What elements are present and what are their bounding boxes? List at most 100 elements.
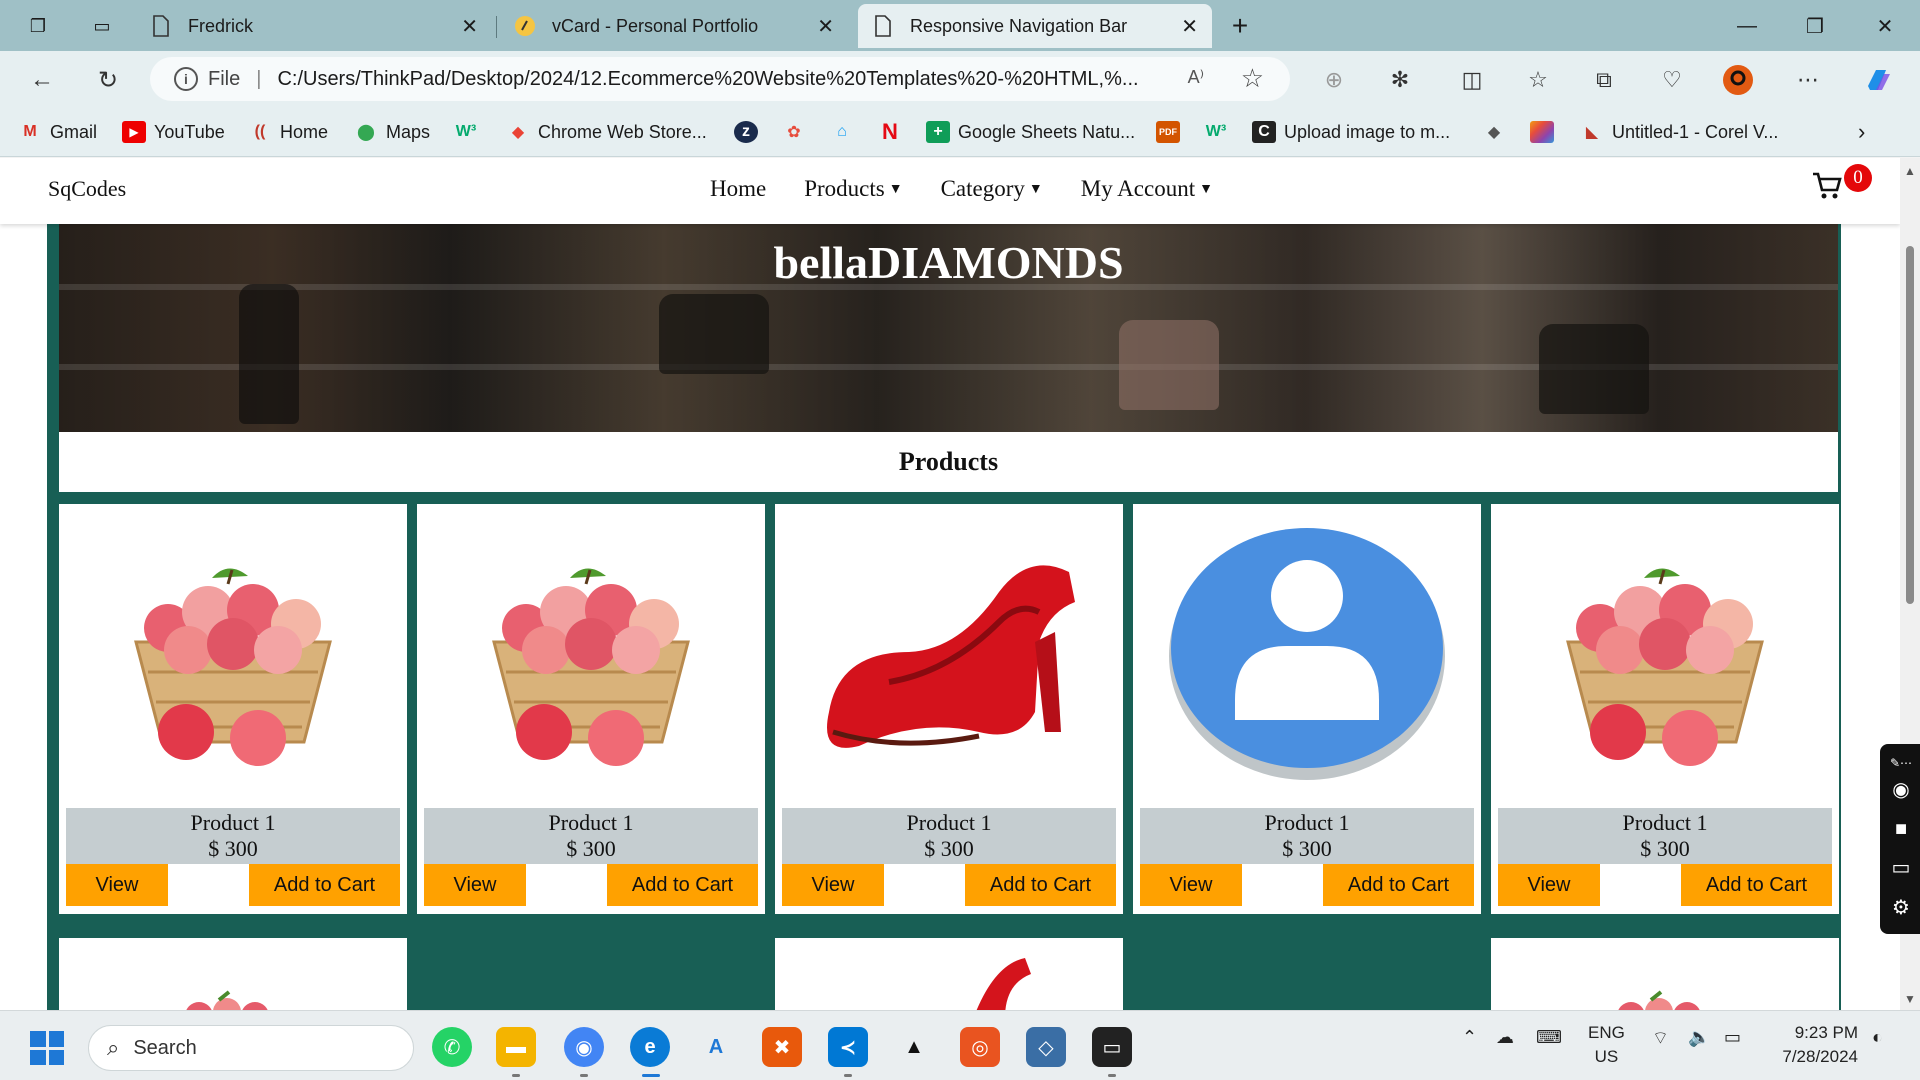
app-store-icon[interactable]: A — [696, 1027, 736, 1067]
region-code: US — [1594, 1047, 1619, 1066]
scroll-up-icon[interactable]: ▲ — [1904, 164, 1916, 178]
edge-icon[interactable]: e — [630, 1027, 670, 1067]
bookmark-netflix[interactable]: N — [878, 117, 910, 147]
bookmark-generic[interactable]: ◆ — [1482, 117, 1514, 147]
whatsapp-icon[interactable]: ✆ — [432, 1027, 472, 1067]
bookmark-google-sheets[interactable]: + Google Sheets Natu... — [926, 117, 1135, 147]
language-indicator[interactable]: ENG US — [1588, 1021, 1625, 1069]
inkscape-icon[interactable]: ▲ — [894, 1027, 934, 1067]
product-price: $ 300 — [924, 836, 974, 861]
volume-icon[interactable]: 🔈 — [1688, 1027, 1710, 1048]
url-text[interactable]: C:/Users/ThinkPad/Desktop/2024/12.Ecomme… — [277, 68, 1177, 91]
back-icon[interactable]: ← — [26, 64, 58, 96]
brand-logo[interactable]: SqCodes — [48, 176, 126, 202]
system-clock[interactable]: 9:23 PM 7/28/2024 — [1766, 1021, 1858, 1069]
view-button[interactable]: View — [424, 864, 526, 906]
scroll-down-icon[interactable]: ▼ — [1904, 992, 1916, 1006]
split-screen-icon[interactable]: ◫ — [1456, 64, 1488, 96]
bookmark-generic[interactable]: ⌂ — [830, 117, 862, 147]
camera-icon[interactable]: ◉ — [1888, 776, 1914, 802]
vscode-icon[interactable]: ≺ — [828, 1027, 868, 1067]
notifications-icon[interactable]: ◐ — [1872, 1027, 1883, 1048]
bookmark-w3[interactable]: W³ — [1204, 117, 1236, 147]
favorite-star-icon[interactable]: ☆ — [1241, 63, 1264, 94]
add-to-cart-button[interactable]: Add to Cart — [965, 864, 1116, 906]
bookmark-icon: ⌂ — [837, 123, 847, 140]
product-price: $ 300 — [1282, 836, 1332, 861]
window-capture-icon[interactable]: ▭ — [1888, 854, 1914, 880]
windows-start-icon[interactable] — [30, 1031, 64, 1065]
chrome-icon[interactable]: ◉ — [564, 1027, 604, 1067]
add-to-cart-button[interactable]: Add to Cart — [607, 864, 758, 906]
collections-icon[interactable]: ⧉ — [1588, 64, 1620, 96]
view-button[interactable]: View — [66, 864, 168, 906]
close-icon[interactable]: ✕ — [461, 14, 478, 39]
cart-icon[interactable] — [1812, 172, 1842, 208]
vertical-tabs-icon[interactable]: ▭ — [88, 12, 116, 40]
onedrive-icon[interactable]: ☁ — [1496, 1027, 1514, 1048]
profile-avatar-icon[interactable] — [1722, 64, 1754, 96]
extensions-icon[interactable]: ✻ — [1384, 64, 1416, 96]
bookmark-upload-image[interactable]: C Upload image to m... — [1252, 117, 1450, 147]
browser-essentials-icon[interactable]: ♡ — [1656, 64, 1688, 96]
bookmark-generic[interactable]: ✿ — [782, 117, 814, 147]
product-info: Product 1 $ 300 — [1498, 808, 1832, 864]
bookmark-pdf[interactable]: PDF — [1156, 117, 1188, 147]
view-button[interactable]: View — [782, 864, 884, 906]
bookmark-generic[interactable]: z — [734, 117, 766, 147]
bookmark-maps[interactable]: ⬤ Maps — [354, 117, 430, 147]
add-to-cart-button[interactable]: Add to Cart — [249, 864, 400, 906]
scroll-thumb[interactable] — [1906, 246, 1914, 604]
terminal-icon[interactable]: ▭ — [1092, 1027, 1132, 1067]
menu-my-account[interactable]: My Account ▼ — [1081, 176, 1213, 202]
keyboard-icon[interactable]: ⌨ — [1536, 1027, 1562, 1048]
bookmark-generic[interactable] — [1530, 117, 1562, 147]
video-camera-icon[interactable]: ■ — [1888, 816, 1914, 842]
more-menu-icon[interactable]: ⋯ — [1792, 64, 1824, 96]
view-button[interactable]: View — [1498, 864, 1600, 906]
close-icon[interactable]: ✕ — [1181, 14, 1198, 39]
user-avatar-image — [1169, 528, 1445, 780]
translate-icon[interactable]: ⊕ — [1318, 64, 1350, 96]
settings-gear-icon[interactable]: ⚙ — [1888, 894, 1914, 920]
wifi-icon[interactable]: ⌔ — [1652, 1027, 1669, 1050]
tab-vcard[interactable]: vCard - Personal Portfolio ✕ — [500, 4, 848, 48]
xampp-icon[interactable]: ✖ — [762, 1027, 802, 1067]
bookmark-w3[interactable]: W³ — [454, 117, 486, 147]
close-icon[interactable]: ✕ — [817, 14, 834, 39]
add-to-cart-button[interactable]: Add to Cart — [1681, 864, 1832, 906]
copilot-icon[interactable] — [1862, 64, 1894, 96]
hero-decoration — [659, 294, 769, 374]
bookmark-chrome-web-store[interactable]: ◆ Chrome Web Store... — [506, 117, 707, 147]
minimize-icon[interactable]: — — [1724, 8, 1770, 44]
file-explorer-icon[interactable]: ▬ — [496, 1027, 536, 1067]
add-to-cart-button[interactable]: Add to Cart — [1323, 864, 1474, 906]
new-tab-icon[interactable]: + — [1226, 10, 1254, 41]
chevron-up-icon[interactable]: ⌃ — [1462, 1027, 1477, 1048]
tab-responsive-navigation[interactable]: Responsive Navigation Bar ✕ — [858, 4, 1212, 48]
ubuntu-icon[interactable]: ◎ — [960, 1027, 1000, 1067]
info-icon[interactable]: i — [174, 67, 198, 91]
bookmark-gmail[interactable]: M Gmail — [18, 117, 97, 147]
battery-icon[interactable]: ▭ — [1724, 1027, 1741, 1048]
menu-category[interactable]: Category ▼ — [941, 176, 1043, 202]
menu-home[interactable]: Home — [710, 176, 766, 202]
workspaces-icon[interactable]: ❐ — [24, 12, 52, 40]
bookmark-youtube[interactable]: ▶ YouTube — [122, 117, 225, 147]
bookmark-corel[interactable]: ◣ Untitled-1 - Corel V... — [1580, 117, 1779, 147]
taskbar-search[interactable]: ⌕ Search — [88, 1025, 414, 1071]
refresh-icon[interactable]: ↻ — [92, 64, 124, 96]
window-close-icon[interactable]: ✕ — [1862, 8, 1908, 44]
tab-fredrick[interactable]: Fredrick ✕ — [136, 4, 492, 48]
view-button[interactable]: View — [1140, 864, 1242, 906]
address-bar[interactable]: i File | C:/Users/ThinkPad/Desktop/2024/… — [150, 57, 1290, 101]
read-aloud-icon[interactable]: A⁾ — [1188, 67, 1204, 88]
restore-icon[interactable]: ❐ — [1792, 8, 1838, 44]
pen-tool-icon[interactable]: ✎⋯ — [1888, 750, 1914, 776]
bookmarks-overflow-icon[interactable]: › — [1858, 117, 1865, 147]
menu-products[interactable]: Products ▼ — [804, 176, 902, 202]
favorites-icon[interactable]: ☆ — [1522, 64, 1554, 96]
git-icon[interactable]: ◇ — [1026, 1027, 1066, 1067]
bookmark-home[interactable]: (( Home — [248, 117, 328, 147]
sheets-icon: + — [926, 121, 950, 143]
